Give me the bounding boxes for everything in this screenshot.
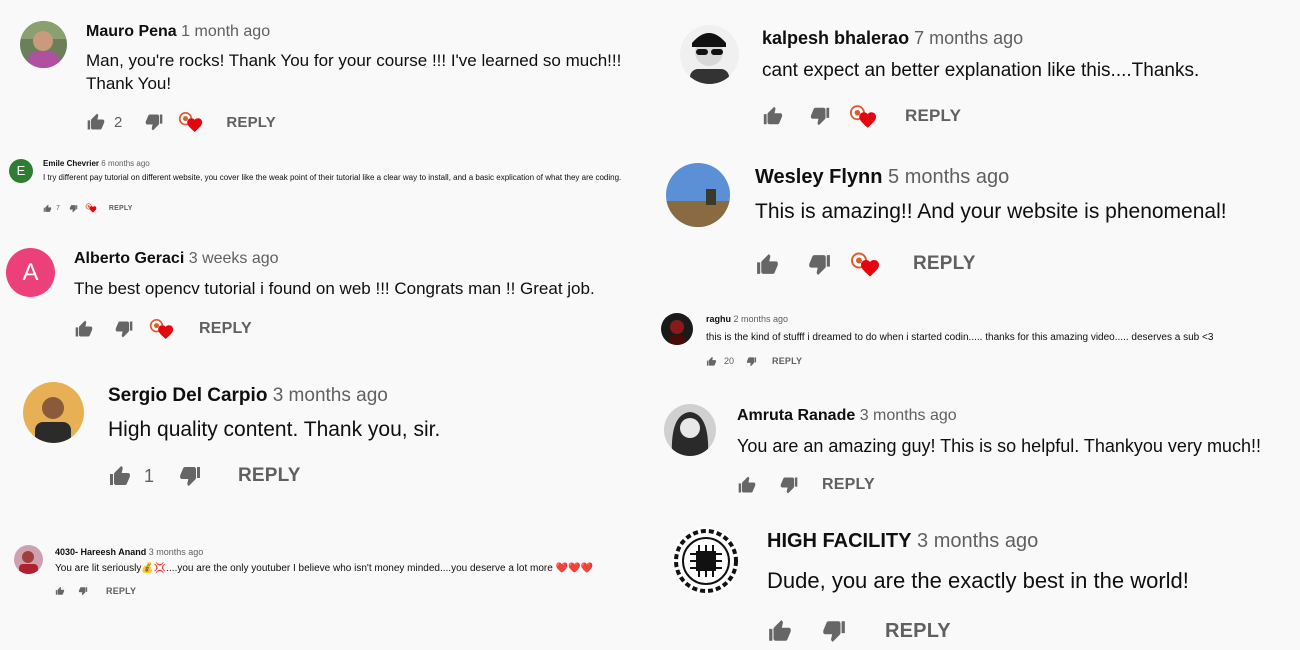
avatar[interactable] <box>23 382 84 443</box>
like-icon[interactable] <box>108 464 132 488</box>
reply-button[interactable]: REPLY <box>905 106 961 126</box>
author-name[interactable]: HIGH FACILITY <box>767 530 911 552</box>
author-name[interactable]: Sergio Del Carpio <box>108 385 267 406</box>
reply-button[interactable]: REPLY <box>106 586 136 596</box>
timestamp[interactable]: 5 months ago <box>888 166 1009 188</box>
comment: Sergio Del Carpio 3 months ago High qual… <box>0 360 650 525</box>
like-count: 20 <box>724 356 735 366</box>
comment: A Alberto Geraci 3 weeks ago The best op… <box>0 230 650 360</box>
avatar[interactable]: E <box>9 159 33 183</box>
comment-text: You are lit seriously💰💢....you are the o… <box>55 563 593 574</box>
like-icon[interactable] <box>55 586 65 596</box>
dislike-icon[interactable] <box>746 356 757 367</box>
timestamp[interactable]: 1 month ago <box>181 23 270 40</box>
avatar-letter: A <box>22 259 39 286</box>
dislike-icon[interactable] <box>807 252 832 277</box>
comment-text: Man, you're rocks! Thank You for your co… <box>86 51 622 93</box>
comment-text: this is the kind of stufff i dreamed to … <box>706 332 1214 343</box>
dislike-icon[interactable] <box>178 464 202 488</box>
avatar[interactable] <box>664 404 716 456</box>
like-count: 1 <box>144 465 155 486</box>
comment: 4030- Hareesh Anand 3 months ago You are… <box>0 525 650 650</box>
dislike-icon[interactable] <box>779 475 799 495</box>
comment-text: Dude, you are the exactly best in the wo… <box>767 568 1189 593</box>
timestamp[interactable]: 3 months ago <box>860 407 957 424</box>
timestamp[interactable]: 7 months ago <box>914 28 1023 48</box>
timestamp[interactable]: 6 months ago <box>101 159 149 168</box>
like-icon[interactable] <box>737 475 757 495</box>
creator-heart-icon <box>149 318 174 340</box>
author-name[interactable]: Mauro Pena <box>86 23 177 40</box>
dislike-icon[interactable] <box>78 586 88 596</box>
like-count: 7 <box>56 204 60 212</box>
avatar[interactable] <box>20 21 67 68</box>
author-name[interactable]: raghu <box>706 314 731 324</box>
comment-text: High quality content. Thank you, sir. <box>108 418 441 441</box>
author-name[interactable]: Wesley Flynn <box>755 166 882 188</box>
comment-text: You are an amazing guy! This is so helpf… <box>737 436 1261 456</box>
avatar[interactable] <box>661 313 693 345</box>
like-icon[interactable] <box>43 204 52 213</box>
comment: raghu 2 months ago this is the kind of s… <box>650 300 1300 380</box>
reply-button[interactable]: REPLY <box>913 253 976 275</box>
reply-button[interactable]: REPLY <box>226 114 276 131</box>
comment-text: cant expect an better explanation like t… <box>762 60 1200 81</box>
comments-left-column: Mauro Pena 1 month ago Man, you're rocks… <box>0 0 650 650</box>
timestamp[interactable]: 3 months ago <box>273 385 388 406</box>
reply-button[interactable]: REPLY <box>109 205 133 212</box>
reply-button[interactable]: REPLY <box>238 465 301 487</box>
avatar[interactable] <box>671 526 741 596</box>
comments-right-column: kalpesh bhalerao 7 months ago cant expec… <box>650 0 1300 650</box>
like-icon[interactable] <box>86 112 106 132</box>
author-name[interactable]: Emile Chevrier <box>43 159 99 168</box>
comment: Wesley Flynn 5 months ago This is amazin… <box>650 150 1300 300</box>
dislike-icon[interactable] <box>144 112 164 132</box>
author-name[interactable]: kalpesh bhalerao <box>762 28 909 48</box>
creator-heart-icon <box>85 203 97 213</box>
comment: E Emile Chevrier 6 months ago I try diff… <box>0 150 650 230</box>
creator-heart-icon <box>850 251 880 278</box>
dislike-icon[interactable] <box>69 204 78 213</box>
comment: Amruta Ranade 3 months ago You are an am… <box>650 380 1300 510</box>
timestamp[interactable]: 3 months ago <box>917 530 1038 552</box>
avatar-letter: E <box>16 163 26 178</box>
reply-button[interactable]: REPLY <box>199 320 252 338</box>
reply-button[interactable]: REPLY <box>822 476 875 494</box>
avatar[interactable]: A <box>6 248 55 297</box>
timestamp[interactable]: 3 months ago <box>149 547 204 557</box>
timestamp[interactable]: 3 weeks ago <box>189 250 279 267</box>
dislike-icon[interactable] <box>809 105 831 127</box>
comment: HIGH FACILITY 3 months ago Dude, you are… <box>650 510 1300 650</box>
like-icon[interactable] <box>74 319 94 339</box>
comment: kalpesh bhalerao 7 months ago cant expec… <box>650 0 1300 150</box>
avatar[interactable] <box>680 25 739 84</box>
comment: Mauro Pena 1 month ago Man, you're rocks… <box>0 0 650 150</box>
avatar[interactable] <box>14 545 43 574</box>
avatar[interactable] <box>666 163 730 227</box>
like-icon[interactable] <box>762 105 784 127</box>
reply-button[interactable]: REPLY <box>772 356 802 366</box>
comment-text: I try different pay tutorial on differen… <box>43 173 622 182</box>
author-name[interactable]: 4030- Hareesh Anand <box>55 547 146 557</box>
timestamp[interactable]: 2 months ago <box>734 314 789 324</box>
author-name[interactable]: Amruta Ranade <box>737 407 855 424</box>
dislike-icon[interactable] <box>821 618 847 644</box>
creator-heart-icon <box>849 104 877 129</box>
author-name[interactable]: Alberto Geraci <box>74 250 184 267</box>
dislike-icon[interactable] <box>114 319 134 339</box>
like-count: 2 <box>114 113 123 131</box>
like-icon[interactable] <box>706 356 717 367</box>
comment-text: The best opencv tutorial i found on web … <box>74 279 595 298</box>
comment-text: This is amazing!! And your website is ph… <box>755 200 1227 223</box>
reply-button[interactable]: REPLY <box>885 620 951 643</box>
creator-heart-icon <box>178 111 203 133</box>
like-icon[interactable] <box>767 618 793 644</box>
like-icon[interactable] <box>755 252 780 277</box>
chip-logo-icon <box>672 527 740 595</box>
